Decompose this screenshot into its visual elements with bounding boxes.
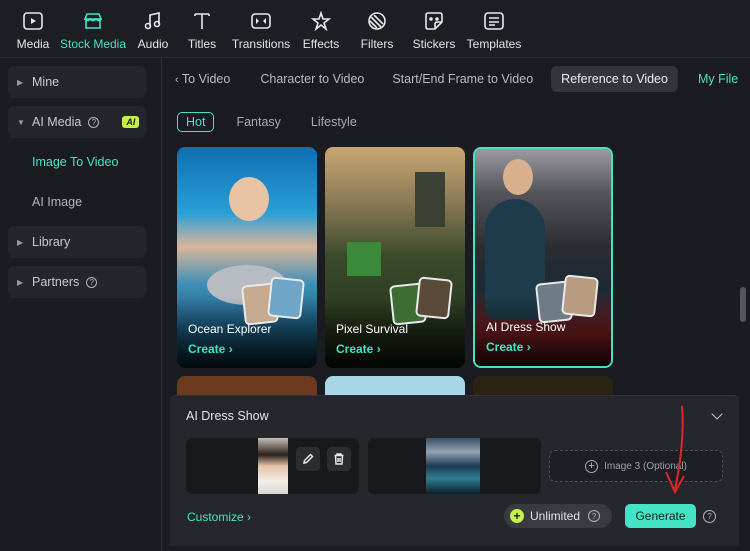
scrollbar-thumb[interactable]: [740, 287, 746, 322]
delete-button[interactable]: [327, 447, 351, 471]
edit-button[interactable]: [296, 447, 320, 471]
minecraft-head-figure: [347, 242, 381, 276]
stock-media-icon: [80, 9, 106, 33]
category-tabs: ‹ To Video Character to Video Start/End …: [163, 62, 750, 96]
reference-thumbnails: [389, 276, 455, 326]
card-title: AI Dress Show: [486, 320, 566, 334]
create-link[interactable]: Create ›: [336, 342, 381, 356]
audio-note-icon: [140, 9, 166, 33]
caret-right-icon: ▶: [17, 77, 24, 87]
chevron-right-icon: ›: [376, 342, 381, 356]
sidebar: ▶ Mine ▼ AI Media ? AI Image To Video AI…: [0, 58, 162, 551]
image-slot-3[interactable]: + Image 3 (Optional): [549, 450, 723, 482]
uploaded-image-1: [258, 438, 288, 494]
caret-right-icon: ▶: [17, 277, 24, 287]
chevron-right-icon: ›: [247, 510, 252, 524]
plus-icon: +: [585, 459, 599, 473]
card-title: Pixel Survival: [336, 322, 409, 336]
unlimited-credits[interactable]: + Unlimited ?: [504, 504, 612, 528]
card-ai-dress-show[interactable]: AI Dress Show Create ›: [473, 147, 613, 368]
app-window: Media Stock Media Audio Titles Transitio…: [0, 0, 750, 551]
toolbar-stock-media[interactable]: Stock Media: [56, 0, 130, 58]
model-figure: [503, 159, 533, 195]
baby-figure: [229, 177, 269, 221]
top-toolbar: Media Stock Media Audio Titles Transitio…: [0, 0, 750, 58]
panel-title: AI Dress Show: [186, 409, 269, 423]
trash-icon: [334, 453, 344, 465]
titles-t-icon: [189, 9, 215, 33]
stickers-icon: [421, 9, 447, 33]
tab-reference-to-video[interactable]: Reference to Video: [551, 66, 678, 92]
sidebar-item-library[interactable]: ▶ Library: [8, 226, 146, 258]
tab-character-to-video[interactable]: Character to Video: [250, 66, 374, 92]
toolbar-templates[interactable]: Templates: [462, 0, 526, 58]
chevron-right-icon: ›: [526, 340, 531, 354]
generate-button[interactable]: Generate: [625, 504, 696, 528]
castle-figure: [415, 172, 445, 227]
generation-panel: AI Dress Show + Image 3 (Optional) Custo…: [170, 395, 739, 546]
card-partial[interactable]: [177, 376, 317, 396]
customize-link[interactable]: Customize ›: [187, 510, 251, 524]
sidebar-item-ai-media[interactable]: ▼ AI Media ? AI: [8, 106, 146, 138]
tab-my-file[interactable]: My File: [688, 66, 748, 92]
caret-right-icon: ▶: [17, 237, 24, 247]
toolbar-transitions[interactable]: Transitions: [228, 0, 294, 58]
chip-lifestyle[interactable]: Lifestyle: [303, 113, 365, 131]
sidebar-item-ai-image[interactable]: AI Image: [8, 186, 146, 218]
chevron-left-icon[interactable]: ‹: [175, 74, 179, 86]
chevron-down-icon[interactable]: [711, 408, 723, 420]
effects-star-icon: [308, 9, 334, 33]
card-partial[interactable]: [473, 376, 613, 396]
templates-icon: [481, 9, 507, 33]
card-ocean-explorer[interactable]: Ocean Explorer Create ›: [177, 147, 317, 368]
help-icon[interactable]: ?: [588, 510, 601, 522]
image-slot-1[interactable]: [186, 438, 359, 494]
ai-badge: AI: [122, 116, 140, 128]
chip-fantasy[interactable]: Fantasy: [228, 113, 288, 131]
toolbar-stickers[interactable]: Stickers: [406, 0, 462, 58]
help-icon[interactable]: ?: [86, 276, 98, 288]
media-icon: [20, 9, 46, 33]
card-partial[interactable]: [325, 376, 465, 396]
chip-hot[interactable]: Hot: [177, 112, 215, 132]
help-icon[interactable]: ?: [703, 510, 716, 523]
image-slot-2[interactable]: [368, 438, 541, 494]
toolbar-audio[interactable]: Audio: [130, 0, 176, 58]
tab-start-end-frame[interactable]: Start/End Frame to Video: [382, 66, 543, 92]
toolbar-effects[interactable]: Effects: [294, 0, 348, 58]
card-title: Ocean Explorer: [188, 322, 272, 336]
pencil-icon: [303, 453, 314, 464]
transitions-icon: [248, 9, 274, 33]
tab-to-video[interactable]: ‹ To Video: [163, 66, 240, 92]
filter-chips: Hot Fantasy Lifestyle: [177, 112, 379, 132]
chevron-right-icon: ›: [228, 342, 233, 356]
toolbar-filters[interactable]: Filters: [348, 0, 406, 58]
toolbar-media[interactable]: Media: [10, 0, 56, 58]
reference-thumbnails: [241, 276, 307, 326]
sidebar-item-image-to-video[interactable]: Image To Video: [8, 146, 146, 178]
uploaded-image-2: [426, 438, 480, 494]
help-icon[interactable]: ?: [88, 116, 100, 128]
card-pixel-survival[interactable]: Pixel Survival Create ›: [325, 147, 465, 368]
toolbar-titles[interactable]: Titles: [176, 0, 228, 58]
sidebar-item-partners[interactable]: ▶ Partners ?: [8, 266, 146, 298]
caret-down-icon: ▼: [17, 117, 25, 127]
reference-thumbnails: [535, 274, 601, 324]
plus-badge-icon: +: [510, 509, 524, 523]
filters-icon: [364, 9, 390, 33]
create-link[interactable]: Create ›: [486, 340, 531, 354]
sidebar-item-mine[interactable]: ▶ Mine: [8, 66, 146, 98]
create-link[interactable]: Create ›: [188, 342, 233, 356]
